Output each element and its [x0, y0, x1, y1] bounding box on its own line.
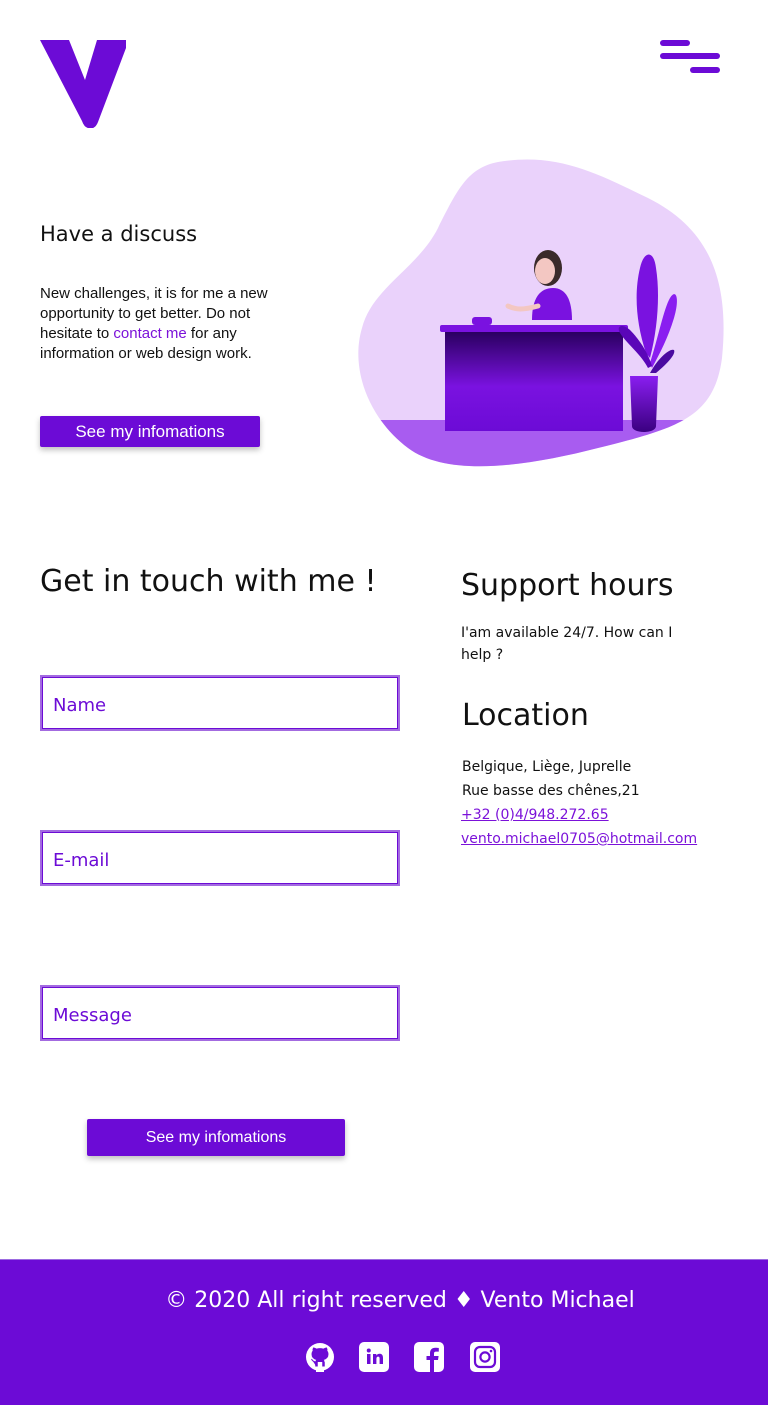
menu-bar — [690, 67, 720, 73]
form-submit-button[interactable]: See my infomations — [87, 1119, 345, 1156]
email-link[interactable]: vento.michael0705@hotmail.com — [461, 827, 703, 851]
name-field[interactable]: Name — [40, 675, 400, 731]
address-line-1: Belgique, Liège, Juprelle — [462, 759, 632, 775]
linkedin-icon[interactable] — [359, 1342, 389, 1372]
contact-title: Get in touch with me ! — [40, 564, 377, 599]
location-title: Location — [462, 698, 589, 733]
support-title: Support hours — [461, 568, 674, 603]
message-field[interactable]: Message — [40, 985, 400, 1041]
address-line-2: Rue basse des chênes,21 — [462, 783, 640, 799]
email-placeholder: E-mail — [53, 850, 110, 871]
contact-me-link[interactable]: contact me — [113, 325, 186, 342]
facebook-icon[interactable] — [414, 1342, 444, 1372]
message-placeholder: Message — [53, 1005, 132, 1026]
v-logo-icon[interactable] — [40, 40, 126, 128]
support-text: I'am available 24/7. How can I help ? — [461, 625, 673, 663]
hero-text: New challenges, it is for me a new oppor… — [40, 284, 290, 364]
see-infomations-button[interactable]: See my infomations — [40, 416, 260, 447]
person-at-desk-illustration — [358, 159, 724, 467]
footer: © 2020 All right reserved ♦ Vento Michae… — [0, 1259, 768, 1405]
hamburger-menu-icon[interactable] — [660, 40, 720, 74]
github-icon[interactable] — [305, 1342, 335, 1372]
phone-link[interactable]: +32 (0)4/948.272.65 — [461, 803, 703, 827]
menu-bar — [660, 40, 690, 46]
footer-copyright: © 2020 All right reserved ♦ Vento Michae… — [165, 1288, 635, 1313]
email-field[interactable]: E-mail — [40, 830, 400, 886]
name-placeholder: Name — [53, 695, 107, 716]
instagram-icon[interactable] — [470, 1342, 500, 1372]
hero-title: Have a discuss — [40, 222, 198, 246]
menu-bar — [660, 53, 720, 59]
